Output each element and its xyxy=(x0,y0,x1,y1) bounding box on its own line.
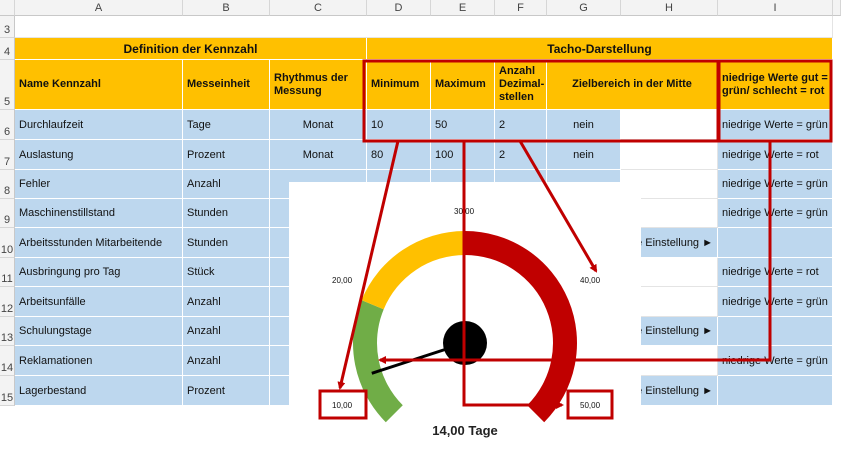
cell-h-row-7[interactable] xyxy=(621,140,718,170)
gauge-svg xyxy=(353,231,577,423)
column-header-i[interactable]: I xyxy=(718,0,833,16)
cell-name-row-15[interactable]: Lagerbestand xyxy=(15,376,183,406)
gauge-value-caption: 14,00 Tage xyxy=(432,423,498,438)
cell-low-row-10[interactable] xyxy=(718,228,833,258)
cell-dec-row-7[interactable]: 2 xyxy=(495,140,547,170)
gauge-label-50: 50,00 xyxy=(580,401,601,410)
column-header-filler xyxy=(833,0,841,16)
cell-low-row-15[interactable] xyxy=(718,376,833,406)
unit-column-title[interactable]: Messeinheit xyxy=(183,60,270,110)
target-column-title[interactable]: Zielbereich in der Mitte xyxy=(547,60,718,110)
cell-h-row-6[interactable] xyxy=(621,110,718,140)
cell-low-row-6[interactable]: niedrige Werte = grün xyxy=(718,110,833,140)
cell-unit-row-7[interactable]: Prozent xyxy=(183,140,270,170)
cell-name-row-11[interactable]: Ausbringung pro Tag xyxy=(15,258,183,287)
cell-max-row-7[interactable]: 100 xyxy=(431,140,495,170)
cell-name-row-7[interactable]: Auslastung xyxy=(15,140,183,170)
cell-low-row-7[interactable]: niedrige Werte = rot xyxy=(718,140,833,170)
spreadsheet: A B C D E F G H I 3 4 5 6 7 8 9 10 11 12… xyxy=(0,0,841,453)
row-header-5[interactable]: 5 xyxy=(0,60,15,110)
column-header-b[interactable]: B xyxy=(183,0,270,16)
row-header-14[interactable]: 14 xyxy=(0,346,15,376)
cell-dec-row-6[interactable]: 2 xyxy=(495,110,547,140)
cell-unit-row-9[interactable]: Stunden xyxy=(183,199,270,228)
row-header-7[interactable]: 7 xyxy=(0,140,15,170)
row-header-12[interactable]: 12 xyxy=(0,287,15,317)
cell-rhythm-row-6[interactable]: Monat xyxy=(270,110,367,140)
cell-unit-row-8[interactable]: Anzahl xyxy=(183,170,270,199)
column-header-g[interactable]: G xyxy=(547,0,621,16)
row-header-3[interactable]: 3 xyxy=(0,16,15,38)
row-header-6[interactable]: 6 xyxy=(0,110,15,140)
row-header-8[interactable]: 8 xyxy=(0,170,15,199)
cell-low-row-11[interactable]: niedrige Werte = rot xyxy=(718,258,833,287)
cell-unit-row-11[interactable]: Stück xyxy=(183,258,270,287)
name-column-title[interactable]: Name Kennzahl xyxy=(15,60,183,110)
minimum-column-title[interactable]: Minimum xyxy=(367,60,431,110)
gauge-label-20: 20,00 xyxy=(332,276,353,285)
column-header-f[interactable]: F xyxy=(495,0,547,16)
cell-name-row-12[interactable]: Arbeitsunfälle xyxy=(15,287,183,317)
tacho-header[interactable]: Tacho-Darstellung xyxy=(367,38,833,60)
cell-unit-row-14[interactable]: Anzahl xyxy=(183,346,270,376)
row-header-10[interactable]: 10 xyxy=(0,228,15,258)
cell-unit-row-13[interactable]: Anzahl xyxy=(183,317,270,346)
cell-name-row-14[interactable]: Reklamationen xyxy=(15,346,183,376)
cell-name-row-10[interactable]: Arbeitsstunden Mitarbeitende xyxy=(15,228,183,258)
tacho-gauge-chart: 10,00 20,00 30,00 40,00 50,00 14,00 Tage xyxy=(289,182,641,453)
cell-min-row-7[interactable]: 80 xyxy=(367,140,431,170)
row-header-9[interactable]: 9 xyxy=(0,199,15,228)
row-header-4[interactable]: 4 xyxy=(0,38,15,60)
column-header-h[interactable]: H xyxy=(621,0,718,16)
cell-name-row-6[interactable]: Durchlaufzeit xyxy=(15,110,183,140)
gauge-label-30: 30,00 xyxy=(454,207,475,216)
gauge-segment-yellow xyxy=(361,231,465,310)
cell-target-row-6[interactable]: nein xyxy=(547,110,621,140)
cell-min-row-6[interactable]: 10 xyxy=(367,110,431,140)
column-header-a[interactable]: A xyxy=(15,0,183,16)
cell-low-row-12[interactable]: niedrige Werte = grün xyxy=(718,287,833,317)
gauge-hub xyxy=(443,321,487,365)
cell-low-row-8[interactable]: niedrige Werte = grün xyxy=(718,170,833,199)
cell-rhythm-row-7[interactable]: Monat xyxy=(270,140,367,170)
low-values-column-title[interactable]: niedrige Werte gut = grün/ schlecht = ro… xyxy=(718,60,833,110)
cell-max-row-6[interactable]: 50 xyxy=(431,110,495,140)
cell-name-row-13[interactable]: Schulungstage xyxy=(15,317,183,346)
row-header-13[interactable]: 13 xyxy=(0,317,15,346)
cell-low-row-9[interactable]: niedrige Werte = grün xyxy=(718,199,833,228)
corner-cell[interactable] xyxy=(0,0,15,16)
maximum-column-title[interactable]: Maximum xyxy=(431,60,495,110)
cell-unit-row-12[interactable]: Anzahl xyxy=(183,287,270,317)
column-header-e[interactable]: E xyxy=(431,0,495,16)
empty-row-3[interactable] xyxy=(15,16,833,38)
cell-low-row-13[interactable] xyxy=(718,317,833,346)
cell-unit-row-15[interactable]: Prozent xyxy=(183,376,270,406)
decimals-column-title[interactable]: Anzahl Dezimal-stellen xyxy=(495,60,547,110)
cell-unit-row-10[interactable]: Stunden xyxy=(183,228,270,258)
row-header-11[interactable]: 11 xyxy=(0,258,15,287)
gauge-label-10: 10,00 xyxy=(332,401,353,410)
cell-name-row-9[interactable]: Maschinenstillstand xyxy=(15,199,183,228)
gauge-label-40: 40,00 xyxy=(580,276,601,285)
definition-header[interactable]: Definition der Kennzahl xyxy=(15,38,367,60)
column-header-c[interactable]: C xyxy=(270,0,367,16)
cell-name-row-8[interactable]: Fehler xyxy=(15,170,183,199)
row-header-15[interactable]: 15 xyxy=(0,376,15,406)
column-header-d[interactable]: D xyxy=(367,0,431,16)
rhythm-column-title[interactable]: Rhythmus der Messung xyxy=(270,60,367,110)
cell-low-row-14[interactable]: niedrige Werte = grün xyxy=(718,346,833,376)
gauge-segment-green xyxy=(353,300,403,423)
cell-unit-row-6[interactable]: Tage xyxy=(183,110,270,140)
gauge-segment-red xyxy=(465,231,577,423)
cell-target-row-7[interactable]: nein xyxy=(547,140,621,170)
